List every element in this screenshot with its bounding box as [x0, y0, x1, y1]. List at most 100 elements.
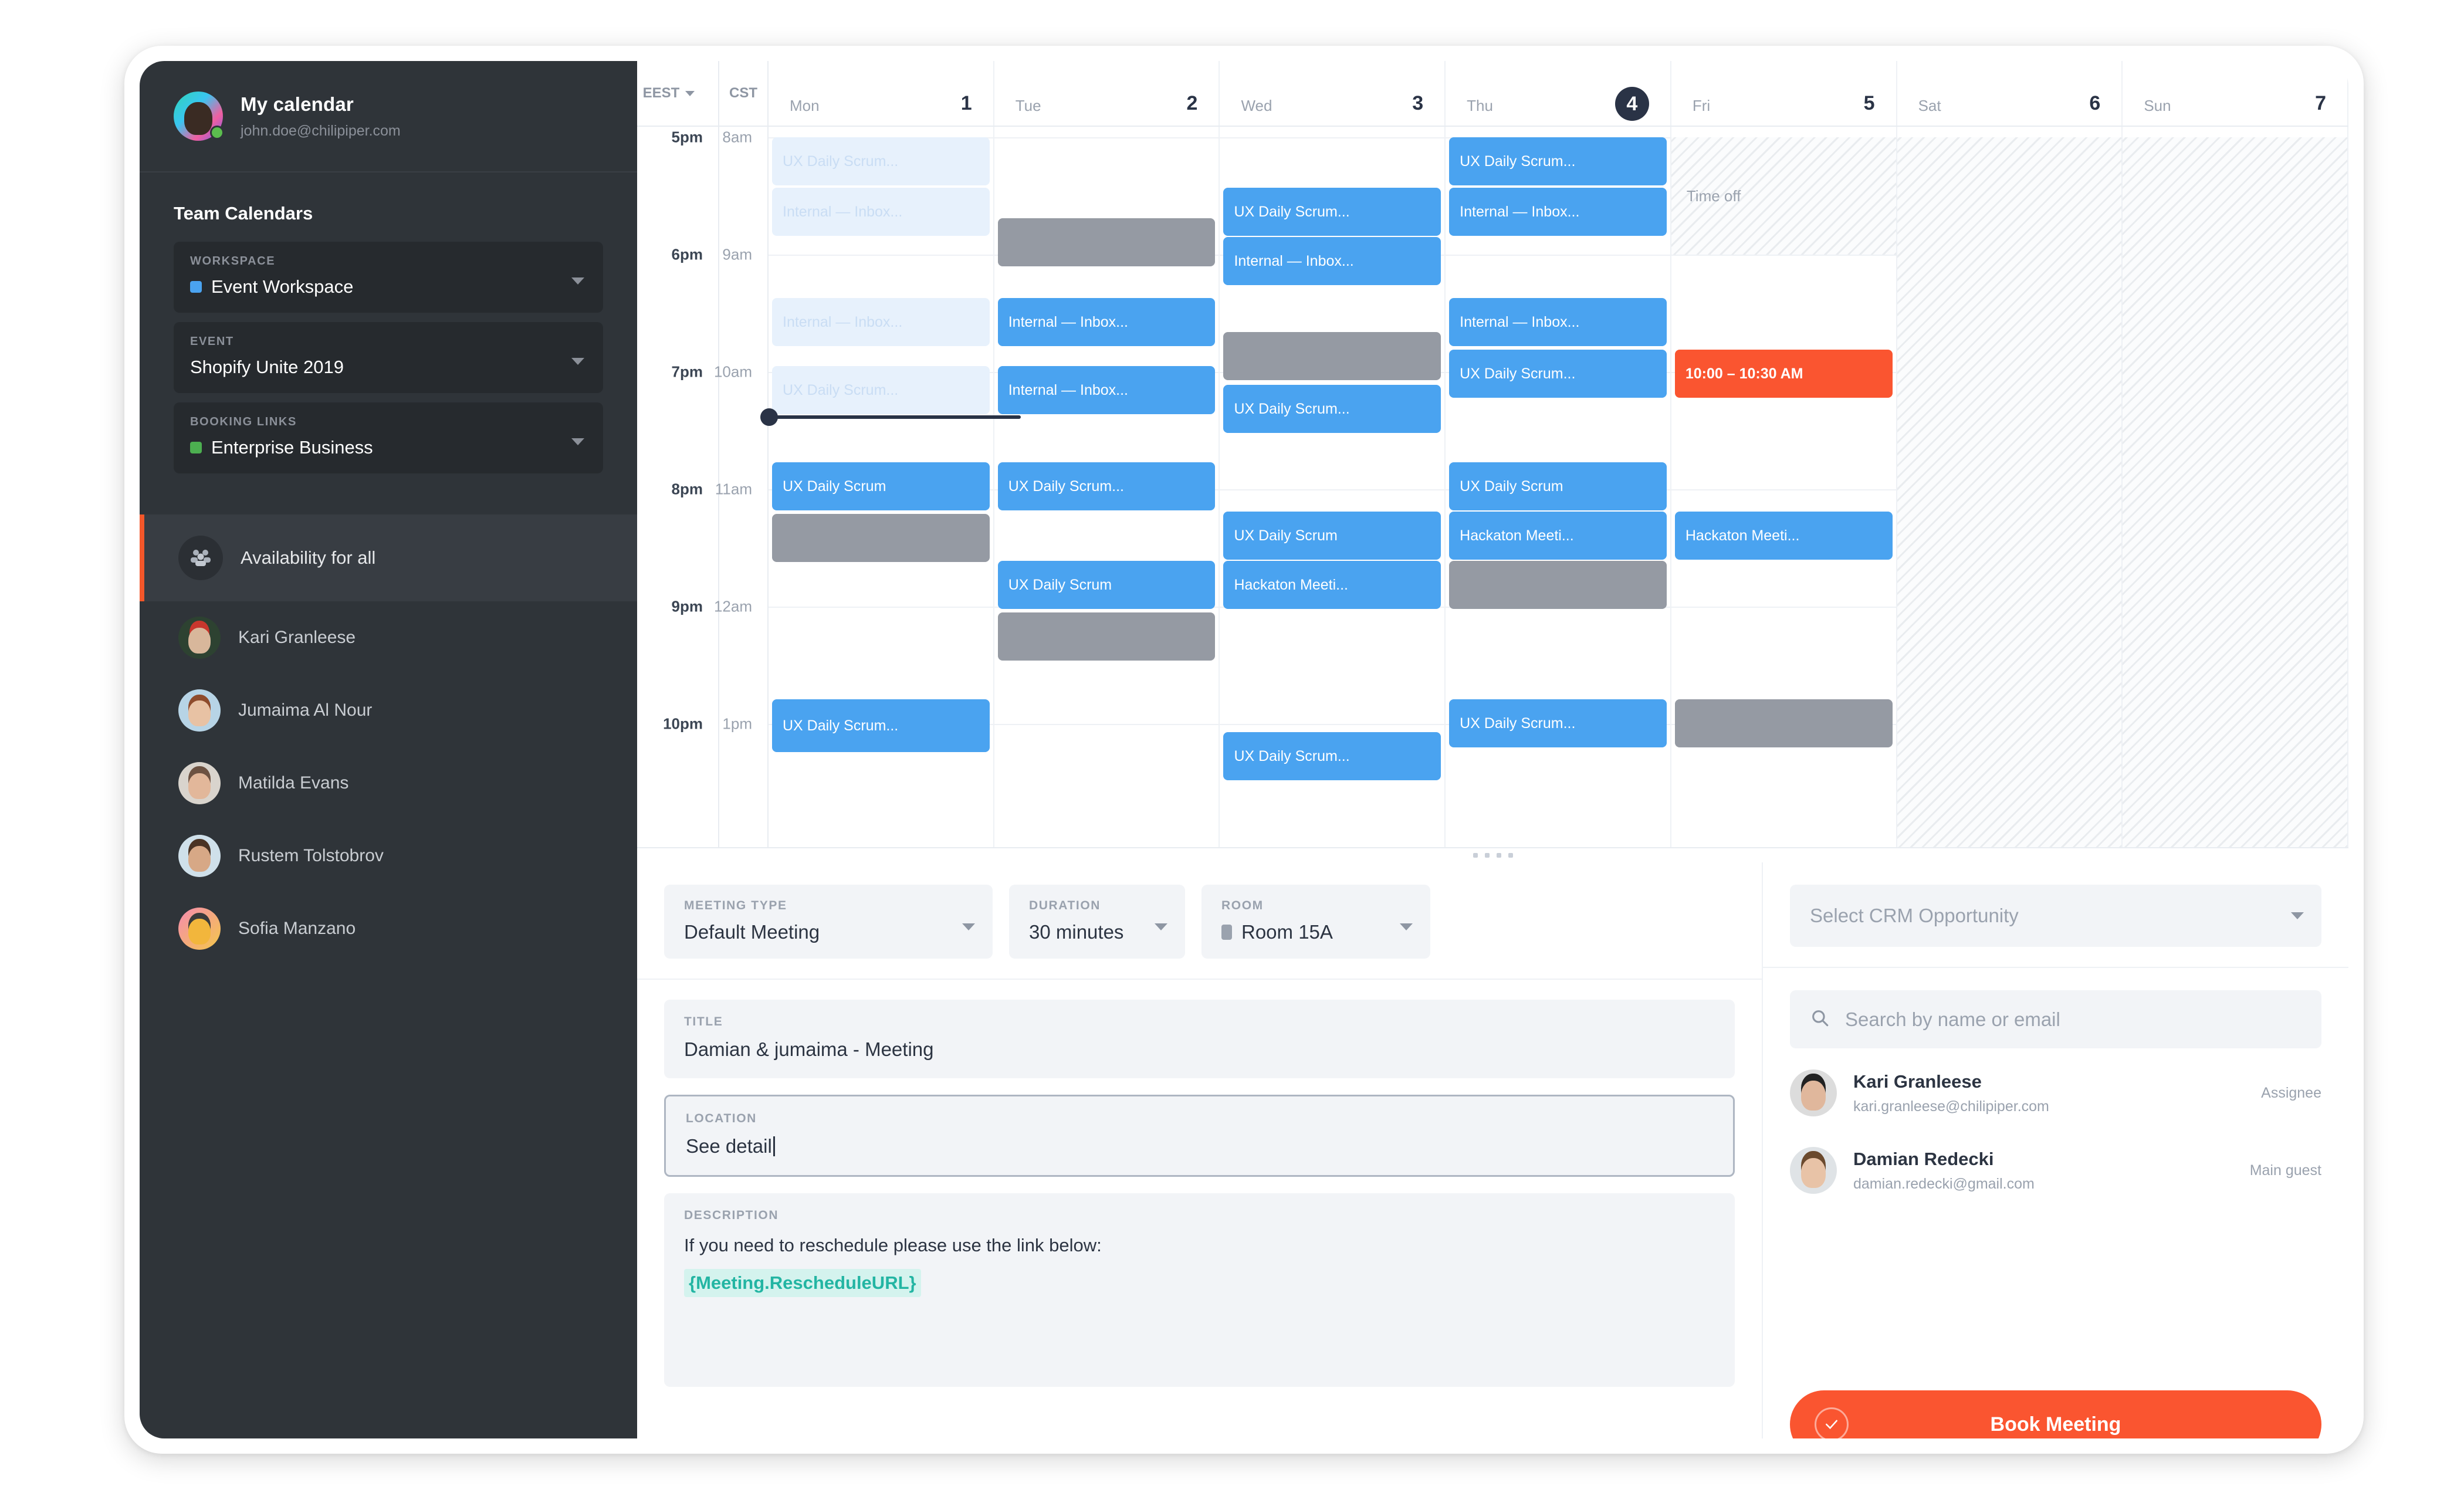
event-select[interactable]: EVENT Shopify Unite 2019 — [174, 322, 603, 393]
calendar-event[interactable]: UX Daily Scrum... — [772, 137, 990, 185]
attendee-row[interactable]: Damian Redecki damian.redecki@gmail.com … — [1763, 1132, 2348, 1209]
calendar-event[interactable]: UX Daily Scrum... — [997, 462, 1216, 510]
calendar-header: EEST CST Mon 1 Tue 2 Wed 3 Thu 4 Fri 5 S… — [637, 61, 2348, 127]
timezone-primary-code: EEST — [642, 85, 680, 101]
calendar-event-busy[interactable] — [772, 514, 990, 562]
calendar-event[interactable]: Hackaton Meeti... — [1223, 561, 1441, 609]
day-header-wed[interactable]: Wed 3 — [1220, 61, 1446, 126]
day-header-sat[interactable]: Sat 6 — [1897, 61, 2123, 126]
calendar-event[interactable]: Internal — Inbox... — [772, 188, 990, 236]
calendar-event[interactable]: Hackaton Meeti... — [1674, 512, 1893, 560]
account-email: john.doe@chilipiper.com — [241, 122, 401, 139]
search-input[interactable]: Search by name or email — [1790, 990, 2321, 1048]
calendar-event[interactable]: UX Daily Scrum... — [1223, 385, 1441, 433]
day-header-mon[interactable]: Mon 1 — [769, 61, 994, 126]
sidebar-member-jumaima-al-nour[interactable]: Jumaima Al Nour — [140, 674, 637, 747]
chevron-down-icon — [571, 357, 584, 365]
sidebar-member-kari-granleese[interactable]: Kari Granleese — [140, 601, 637, 674]
day-column-wed[interactable]: UX Daily Scrum... Internal — Inbox... UX… — [1220, 127, 1446, 847]
calendar-event[interactable]: UX Daily Scrum... — [1449, 350, 1667, 398]
book-meeting-button[interactable]: Book Meeting — [1790, 1390, 2321, 1438]
calendar-event[interactable]: Internal — Inbox... — [997, 366, 1216, 414]
day-column-sat[interactable] — [1897, 127, 2123, 847]
calendar-event[interactable]: UX Daily Scrum — [772, 462, 990, 510]
sidebar-member-rustem-tolstobrov[interactable]: Rustem Tolstobrov — [140, 820, 637, 892]
workspace-select[interactable]: WORKSPACE Event Workspace — [174, 242, 603, 313]
attendee-row[interactable]: Kari Granleese kari.granleese@chilipiper… — [1763, 1054, 2348, 1132]
sidebar-member-matilda-evans[interactable]: Matilda Evans — [140, 747, 637, 820]
text-cursor — [773, 1136, 775, 1156]
day-header-sun[interactable]: Sun 7 — [2123, 61, 2348, 126]
avatar — [1790, 1069, 1837, 1116]
hour-column-secondary: 8am 9am 10am 11am 12am 1pm — [714, 127, 769, 847]
calendar-event[interactable]: UX Daily Scrum... — [772, 366, 990, 414]
room-color-swatch — [1221, 925, 1232, 940]
calendar-event[interactable]: Hackaton Meeti... — [1449, 512, 1667, 560]
calendar-event[interactable]: UX Daily Scrum — [1223, 512, 1441, 560]
calendar-event[interactable]: UX Daily Scrum... — [772, 699, 990, 752]
meeting-type-select[interactable]: MEETING TYPE Default Meeting — [664, 885, 993, 959]
day-header-thu[interactable]: Thu 4 — [1446, 61, 1671, 126]
calendar-event-selected-slot[interactable]: 10:00 – 10:30 AM — [1674, 350, 1893, 398]
booking-links-select[interactable]: BOOKING LINKS Enterprise Business — [174, 402, 603, 473]
day-column-tue[interactable]: Internal — Inbox... Internal — Inbox... … — [994, 127, 1220, 847]
location-field[interactable]: LOCATION See detail — [664, 1095, 1735, 1177]
day-header-tue[interactable]: Tue 2 — [994, 61, 1220, 126]
calendar-event[interactable]: Internal — Inbox... — [1223, 237, 1441, 285]
day-column-mon[interactable]: UX Daily Scrum... Internal — Inbox... In… — [769, 127, 994, 847]
crm-placeholder: Select CRM Opportunity — [1810, 905, 2019, 926]
calendar-event[interactable]: Internal — Inbox... — [1449, 298, 1667, 346]
reschedule-url-token[interactable]: {Meeting.RescheduleURL} — [684, 1268, 921, 1297]
account-block[interactable]: My calendar john.doe@chilipiper.com — [140, 61, 637, 172]
calendar-event[interactable]: Internal — Inbox... — [997, 298, 1216, 346]
main-area: EEST CST Mon 1 Tue 2 Wed 3 Thu 4 Fri 5 S… — [637, 61, 2348, 1438]
calendar-grid: UX Daily Scrum... Internal — Inbox... In… — [760, 127, 2348, 847]
calendar-event[interactable]: UX Daily Scrum... — [1223, 732, 1441, 780]
calendar-event[interactable]: UX Daily Scrum... — [1223, 188, 1441, 236]
crm-opportunity-select[interactable]: Select CRM Opportunity — [1790, 885, 2321, 947]
workspace-value: Event Workspace — [211, 276, 354, 297]
hour-label: 10pm — [663, 715, 703, 733]
day-header-fri[interactable]: Fri 5 — [1671, 61, 1897, 126]
calendar-event-busy[interactable] — [997, 612, 1216, 661]
chevron-down-icon — [2291, 912, 2304, 919]
avatar — [178, 908, 221, 950]
calendar-event-busy[interactable] — [997, 218, 1216, 266]
calendar-check-icon — [1815, 1407, 1849, 1438]
panel-resize-handle[interactable] — [637, 847, 2348, 862]
description-field[interactable]: DESCRIPTION If you need to reschedule pl… — [664, 1193, 1735, 1387]
meeting-type-value: Default Meeting — [684, 921, 820, 943]
day-column-sun[interactable] — [2123, 127, 2348, 847]
avatar — [178, 762, 221, 804]
calendar: EEST CST Mon 1 Tue 2 Wed 3 Thu 4 Fri 5 S… — [637, 61, 2348, 847]
calendar-event-busy[interactable] — [1674, 699, 1893, 747]
sidebar-item-availability-for-all[interactable]: Availability for all — [140, 514, 637, 601]
room-select[interactable]: ROOM Room 15A — [1201, 885, 1430, 959]
chevron-down-icon — [685, 90, 695, 96]
calendar-event[interactable]: Internal — Inbox... — [1449, 188, 1667, 236]
day-number: 5 — [1863, 92, 1875, 114]
avatar — [1790, 1147, 1837, 1194]
current-time-handle[interactable] — [760, 408, 778, 426]
sidebar-member-sofia-manzano[interactable]: Sofia Manzano — [140, 892, 637, 965]
time-off-block: Time off — [1671, 137, 1896, 255]
calendar-event-busy[interactable] — [1449, 561, 1667, 609]
calendar-event[interactable]: UX Daily Scrum — [997, 561, 1216, 609]
hour-label: 10am — [713, 363, 752, 381]
timezone-selector-primary[interactable]: EEST — [637, 61, 719, 126]
calendar-event[interactable]: UX Daily Scrum... — [1449, 699, 1667, 747]
duration-label: DURATION — [1029, 899, 1101, 912]
crm-block: Select CRM Opportunity — [1763, 862, 2348, 968]
location-value: See detail — [686, 1135, 772, 1157]
title-field[interactable]: TITLE Damian & jumaima - Meeting — [664, 1000, 1735, 1078]
calendar-event[interactable]: Internal — Inbox... — [772, 298, 990, 346]
calendar-event[interactable]: UX Daily Scrum — [1449, 462, 1667, 510]
day-column-fri[interactable]: Time off 10:00 – 10:30 AM Hackaton Meeti… — [1671, 127, 1897, 847]
search-icon — [1810, 1008, 1830, 1031]
calendar-event[interactable]: UX Daily Scrum... — [1449, 137, 1667, 185]
form-fields: TITLE Damian & jumaima - Meeting LOCATIO… — [637, 980, 1762, 1403]
timezone-secondary-code: CST — [729, 85, 757, 101]
day-column-thu[interactable]: UX Daily Scrum... Internal — Inbox... In… — [1446, 127, 1671, 847]
calendar-event-busy[interactable] — [1223, 332, 1441, 380]
duration-select[interactable]: DURATION 30 minutes — [1009, 885, 1185, 959]
